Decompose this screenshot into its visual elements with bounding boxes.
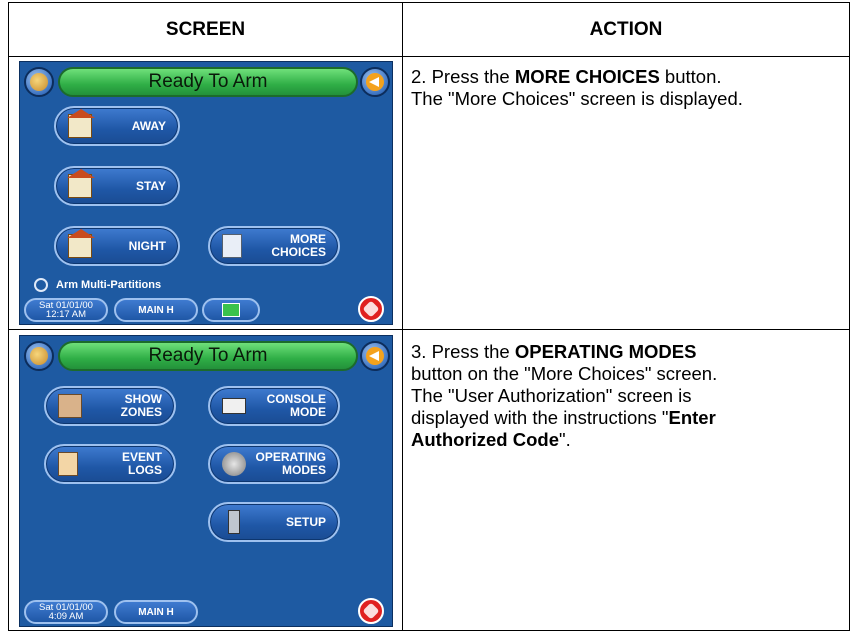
show-zones-button[interactable]: SHOW ZONES — [44, 386, 176, 426]
away-button[interactable]: AWAY — [54, 106, 180, 146]
operating-modes-label: OPERATING MODES — [255, 450, 326, 477]
more-choices-label: MORE CHOICES — [271, 232, 326, 259]
night-label: NIGHT — [128, 238, 166, 253]
back-button[interactable] — [360, 67, 390, 97]
back-arrow-icon — [366, 73, 384, 91]
panic-button[interactable] — [358, 598, 384, 624]
screen-title: Ready To Arm — [58, 341, 358, 371]
voice-chime-button[interactable] — [202, 298, 260, 322]
date-time-button[interactable]: Sat 01/01/00 4:09 AM — [24, 600, 108, 624]
back-button[interactable] — [360, 341, 390, 371]
panic-button[interactable] — [358, 296, 384, 322]
table-header-row: SCREEN ACTION — [9, 3, 849, 57]
house-person-icon — [67, 109, 95, 138]
touchscreen-ready-to-arm: Ready To Arm AWAY STAY NIGHT MORE CHOICES… — [19, 61, 393, 325]
stay-button[interactable]: STAY — [54, 166, 180, 206]
wrench-icon — [228, 510, 240, 534]
arm-multi-partitions-label: Arm Multi-Partitions — [56, 279, 162, 291]
step-2-instruction: 2. Press the MORE CHOICES button. The "M… — [411, 66, 743, 109]
column-divider — [402, 3, 403, 630]
house-moon-icon — [67, 229, 95, 258]
house-icon — [67, 169, 95, 198]
cube-icon — [58, 394, 82, 418]
date-time-button[interactable]: Sat 01/01/00 12:17 AM — [24, 298, 108, 322]
keypad-icon — [222, 398, 246, 414]
arm-multi-partitions-radio[interactable] — [34, 278, 48, 292]
screen-column-header: SCREEN — [165, 19, 246, 40]
night-button[interactable]: NIGHT — [54, 226, 180, 266]
console-mode-button[interactable]: CONSOLE MODE — [208, 386, 340, 426]
speaker-modes-icon — [222, 452, 246, 476]
event-logs-label: EVENT LOGS — [121, 450, 162, 477]
event-logs-button[interactable]: EVENT LOGS — [44, 444, 176, 484]
setup-button[interactable]: SETUP — [208, 502, 340, 542]
console-mode-label: CONSOLE MODE — [266, 392, 326, 419]
screen-title: Ready To Arm — [58, 67, 358, 97]
stay-label: STAY — [135, 178, 166, 193]
action-column-header: ACTION — [589, 19, 663, 40]
partition-button[interactable]: MAIN H — [114, 600, 198, 624]
more-choices-button[interactable]: MORE CHOICES — [208, 226, 340, 266]
speaker-icon — [222, 303, 240, 317]
touchscreen-more-choices: Ready To Arm SHOW ZONES CONSOLE MODE EVENT… — [19, 335, 393, 627]
instruction-table: SCREEN ACTION Ready To Arm AWAY STAY NIG… — [8, 2, 850, 631]
setup-label: SETUP — [285, 514, 326, 529]
row-divider — [9, 329, 849, 330]
partition-button[interactable]: MAIN H — [114, 298, 198, 322]
home-button[interactable] — [24, 341, 54, 371]
home-button[interactable] — [24, 67, 54, 97]
home-icon — [30, 73, 48, 91]
step-3-instruction: 3. Press the OPERATING MODES button on t… — [411, 341, 718, 450]
away-label: AWAY — [131, 118, 166, 133]
show-zones-label: SHOW ZONES — [120, 392, 162, 419]
operating-modes-button[interactable]: OPERATING MODES — [208, 444, 340, 484]
home-icon — [30, 347, 48, 365]
document-icon — [58, 452, 78, 476]
back-arrow-icon — [366, 347, 384, 365]
more-choices-icon — [222, 234, 242, 258]
